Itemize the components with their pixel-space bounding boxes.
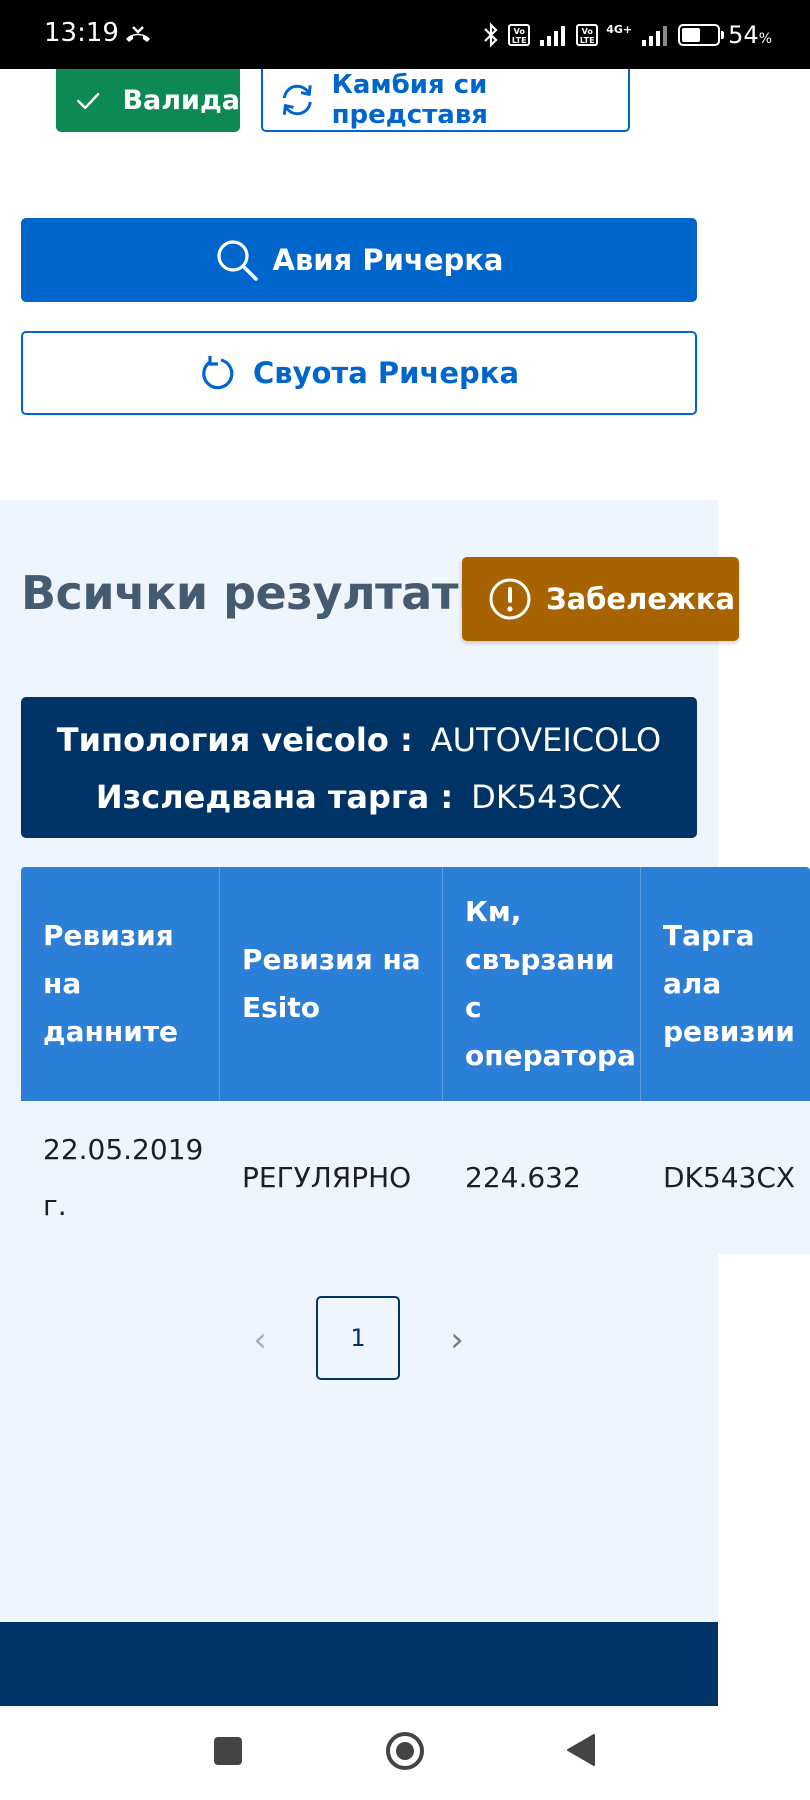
valid-button-label: Валида [122, 85, 240, 116]
bluetooth-icon [484, 22, 498, 48]
battery-tip [721, 31, 725, 39]
volte-badge: Vo LTE [508, 24, 531, 46]
pagination-prev-button[interactable]: ‹ [245, 1320, 275, 1360]
system-nav-bar [0, 1706, 810, 1800]
cell-plate: DK543CX [663, 1160, 796, 1194]
column-header-plate[interactable]: Тарга ала ревизии [641, 867, 810, 1101]
pagination-next-button[interactable]: › [442, 1320, 472, 1360]
table-row: 22.05.2019 г. РЕГУЛЯРНО 224.632 DK543CX [21, 1101, 810, 1254]
column-header-result[interactable]: Ревизия на Esito [220, 867, 443, 1101]
status-bar: 13:19 Vo LTE Vo LTE 4G+ 54% [0, 0, 810, 69]
recent-apps-button[interactable] [214, 1737, 242, 1765]
plate-value: DK543CX [471, 778, 623, 816]
refresh-arrows-icon [282, 84, 312, 115]
cell-km: 224.632 [465, 1160, 581, 1194]
reset-search-label: Свуота Ричерка [252, 356, 520, 390]
plate-label: Изследвана тарга : [95, 778, 454, 816]
battery-percent: 54% [728, 21, 772, 49]
battery-level [682, 28, 701, 42]
cell-result: РЕГУЛЯРНО [242, 1160, 412, 1194]
signal-icon-2 [642, 26, 668, 46]
alert-circle-icon [489, 578, 531, 620]
table-header: Ревизия на данните Ревизия на Esito Км, … [21, 867, 810, 1101]
check-icon [77, 92, 100, 109]
battery-icon [678, 24, 725, 46]
reset-search-button[interactable]: Свуота Ричерка [21, 331, 697, 415]
vehicle-info-box: Типология veicolo : AUTOVEICOLO Изследван… [21, 697, 697, 838]
vehicle-type-label: Типология veicolo : [56, 721, 413, 759]
note-button-label: Забележка [546, 582, 736, 616]
vehicle-type-value: AUTOVEICOLO [430, 721, 662, 759]
start-search-label: Авия Ричерка [272, 243, 504, 277]
change-button-label: Камбия си представя [331, 69, 488, 130]
battery-percent-unit: % [758, 31, 772, 47]
valid-button[interactable]: Валида [56, 69, 240, 132]
vehicle-type-row: Типология veicolo : AUTOVEICOLO [21, 721, 697, 759]
change-button[interactable]: Камбия си представя [261, 69, 630, 132]
status-icons: Vo LTE Vo LTE 4G+ 54% [482, 20, 772, 50]
start-search-button[interactable]: Авия Ричерка [21, 218, 697, 302]
reset-icon [202, 356, 234, 390]
back-button[interactable] [566, 1733, 596, 1767]
call-missed-icon [126, 26, 150, 42]
battery-percent-value: 54 [728, 21, 759, 49]
volte-badge-2: Vo LTE [576, 24, 599, 46]
results-title: Всички резултати [21, 566, 490, 620]
signal-icon [540, 26, 566, 46]
column-header-date[interactable]: Ревизия на данните [21, 867, 220, 1101]
column-header-km[interactable]: Км, свързани с оператора [443, 867, 641, 1101]
pagination-page-current[interactable]: 1 [316, 1296, 400, 1380]
home-button[interactable] [384, 1730, 426, 1772]
status-time: 13:19 [44, 18, 119, 48]
cell-date: 22.05.2019 г. [43, 1132, 204, 1222]
note-button[interactable]: Забележка [462, 557, 739, 641]
app-screen: 13:19 Vo LTE Vo LTE 4G+ 54% Валида Камби… [0, 0, 810, 1800]
plate-row: Изследвана тарга : DK543CX [21, 778, 697, 816]
network-type: 4G+ [606, 22, 633, 36]
search-icon [216, 240, 258, 281]
page-footer [0, 1622, 718, 1706]
